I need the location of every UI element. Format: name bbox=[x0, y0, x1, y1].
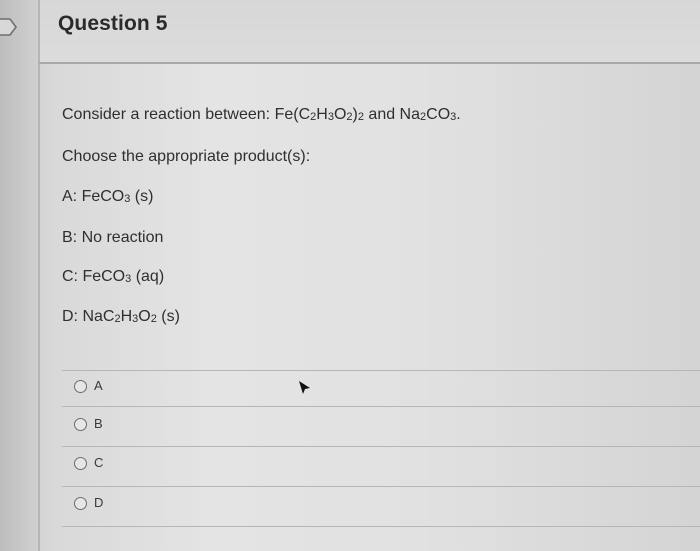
answer-option-a[interactable]: A bbox=[62, 370, 700, 406]
option-text-b: B: No reaction bbox=[62, 229, 164, 246]
option-text-c: C: FeCO3 (aq) bbox=[62, 268, 165, 285]
answer-option-b[interactable]: B bbox=[62, 408, 700, 444]
option-text-d: D: NaC2H3O2 (s) bbox=[62, 308, 180, 325]
radio-button-icon[interactable] bbox=[74, 418, 87, 431]
answer-option-c[interactable]: C bbox=[62, 447, 700, 483]
quiz-page: Question 5 Consider a reaction between: … bbox=[0, 0, 700, 551]
question-instruction: Choose the appropriate product(s): bbox=[62, 148, 311, 165]
left-margin bbox=[0, 0, 38, 551]
question-title: Question 5 bbox=[58, 12, 168, 35]
flag-icon[interactable] bbox=[0, 16, 18, 38]
answer-label: C bbox=[94, 455, 104, 470]
divider bbox=[62, 406, 700, 407]
question-prompt: Consider a reaction between: Fe(C2H3O2)2… bbox=[62, 106, 461, 123]
answer-label: D bbox=[94, 495, 104, 510]
answer-label: A bbox=[94, 378, 103, 393]
question-header: Question 5 bbox=[38, 0, 700, 64]
radio-button-icon[interactable] bbox=[74, 497, 87, 510]
mouse-pointer-icon bbox=[299, 381, 310, 394]
radio-button-icon[interactable] bbox=[74, 457, 87, 470]
question-content: Consider a reaction between: Fe(C2H3O2)2… bbox=[38, 64, 700, 551]
option-text-a: A: FeCO3 (s) bbox=[62, 188, 154, 205]
answer-label: B bbox=[94, 416, 103, 431]
answer-option-d[interactable]: D bbox=[62, 487, 700, 523]
divider bbox=[62, 526, 700, 527]
radio-button-icon[interactable] bbox=[74, 380, 87, 393]
